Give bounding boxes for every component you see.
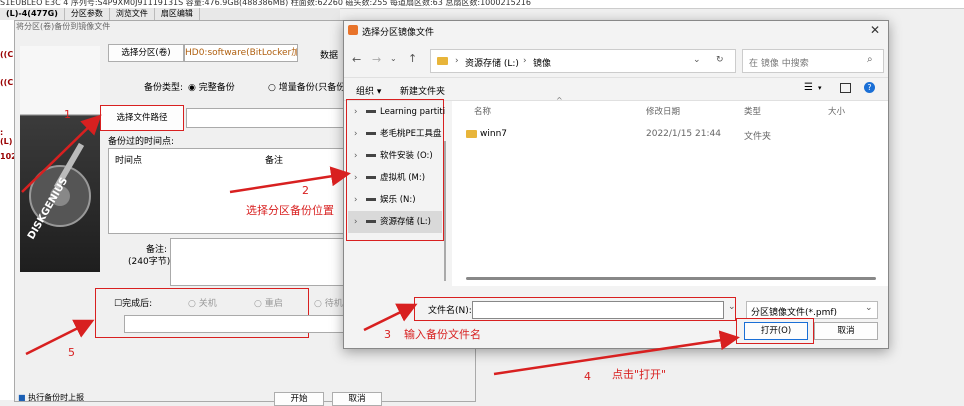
arrow-2 <box>229 166 351 194</box>
annotation-2-text: 选择分区备份位置 <box>246 204 334 217</box>
annotation-3: 3 <box>384 328 391 341</box>
annotation-3-text: 输入备份文件名 <box>404 328 481 341</box>
annotation-1: 1 <box>64 108 71 121</box>
arrow-1 <box>21 114 102 193</box>
arrow-5 <box>25 319 95 356</box>
annotation-5: 5 <box>68 346 75 359</box>
annotation-4: 4 <box>584 370 591 383</box>
annotation-2: 2 <box>302 184 309 197</box>
annotation-4-text: 点击"打开" <box>612 368 667 381</box>
annotation-arrows <box>21 114 740 376</box>
